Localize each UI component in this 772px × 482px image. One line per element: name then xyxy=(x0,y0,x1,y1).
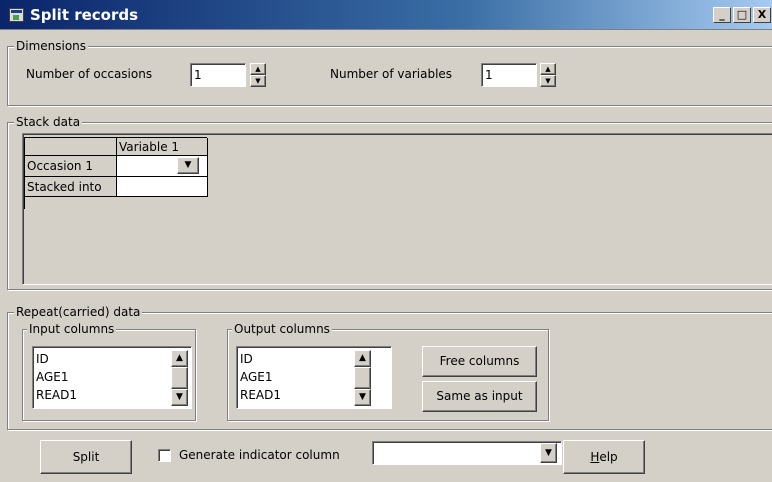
output-scroll-thumb[interactable] xyxy=(354,367,371,389)
stacked-into-cell[interactable] xyxy=(117,177,208,197)
occasions-label: Number of occasions xyxy=(26,67,153,81)
input-columns-legend: Input columns xyxy=(27,322,117,336)
grid-corner-cell xyxy=(25,138,117,156)
input-scroll-down-icon[interactable]: ▼ xyxy=(171,389,188,406)
output-columns-legend: Output columns xyxy=(232,322,332,336)
output-scroll-down-icon[interactable]: ▼ xyxy=(354,389,371,406)
grid-row-header-stacked: Stacked into xyxy=(25,177,117,197)
help-button[interactable]: Help xyxy=(563,440,645,474)
occasions-down-icon[interactable]: ▼ xyxy=(250,75,266,87)
input-scroll-thumb[interactable] xyxy=(171,367,188,389)
grid-column-header: Variable 1 xyxy=(117,138,208,156)
input-scroll-up-icon[interactable]: ▲ xyxy=(171,350,188,367)
variables-spin-buttons[interactable]: ▲ ▼ xyxy=(540,63,556,87)
free-columns-button[interactable]: Free columns xyxy=(422,346,537,377)
help-label-rest: elp xyxy=(599,450,618,464)
generate-indicator-checkbox[interactable] xyxy=(158,449,171,462)
occasions-input[interactable]: 1 xyxy=(190,63,246,87)
occasion-variable-dropdown[interactable]: ▼ xyxy=(117,156,208,177)
dropdown-arrow-icon[interactable]: ▼ xyxy=(177,157,199,174)
indicator-combo[interactable]: ▼ xyxy=(372,441,562,465)
generate-indicator-label: Generate indicator column xyxy=(179,448,340,462)
input-item-age1[interactable]: AGE1 xyxy=(36,370,69,384)
variables-spinner[interactable]: 1 xyxy=(481,63,537,87)
close-button[interactable]: X xyxy=(753,7,771,23)
output-columns-list[interactable]: ID AGE1 READ1 ▲ ▼ xyxy=(236,346,392,409)
split-button[interactable]: Split xyxy=(40,440,132,474)
help-accelerator: H xyxy=(590,450,600,464)
app-icon xyxy=(9,8,24,22)
variables-down-icon[interactable]: ▼ xyxy=(540,75,556,87)
output-item-read1[interactable]: READ1 xyxy=(240,388,281,402)
window-title: Split records xyxy=(30,6,139,24)
stack-grid-table: Variable 1 Occasion 1 ▼ Stacked into xyxy=(24,137,208,209)
input-columns-list[interactable]: ID AGE1 READ1 ▲ ▼ xyxy=(32,346,192,409)
variables-input[interactable]: 1 xyxy=(481,63,537,87)
occasions-up-icon[interactable]: ▲ xyxy=(250,63,266,75)
variables-up-icon[interactable]: ▲ xyxy=(540,63,556,75)
grid-row-header-occasion: Occasion 1 xyxy=(25,156,117,177)
input-item-id[interactable]: ID xyxy=(36,352,49,366)
maximize-button[interactable]: □ xyxy=(733,7,751,23)
variables-label: Number of variables xyxy=(330,67,453,81)
output-scrollbar[interactable]: ▲ ▼ xyxy=(354,350,371,406)
input-scrollbar[interactable]: ▲ ▼ xyxy=(171,350,188,406)
indicator-dropdown-icon[interactable]: ▼ xyxy=(540,443,557,463)
dimensions-legend: Dimensions xyxy=(14,39,89,53)
minimize-button[interactable]: _ xyxy=(713,7,731,23)
output-item-age1[interactable]: AGE1 xyxy=(240,370,273,384)
input-item-read1[interactable]: READ1 xyxy=(36,388,77,402)
same-as-input-button[interactable]: Same as input xyxy=(422,381,537,412)
stack-data-legend: Stack data xyxy=(14,115,83,129)
occasions-spinner[interactable]: 1 xyxy=(190,63,246,87)
title-bar: Split records _ □ X xyxy=(0,0,772,30)
output-item-id[interactable]: ID xyxy=(240,352,253,366)
occasions-spin-buttons[interactable]: ▲ ▼ xyxy=(250,63,266,87)
output-scroll-up-icon[interactable]: ▲ xyxy=(354,350,371,367)
repeat-data-legend: Repeat(carried) data xyxy=(14,305,143,319)
